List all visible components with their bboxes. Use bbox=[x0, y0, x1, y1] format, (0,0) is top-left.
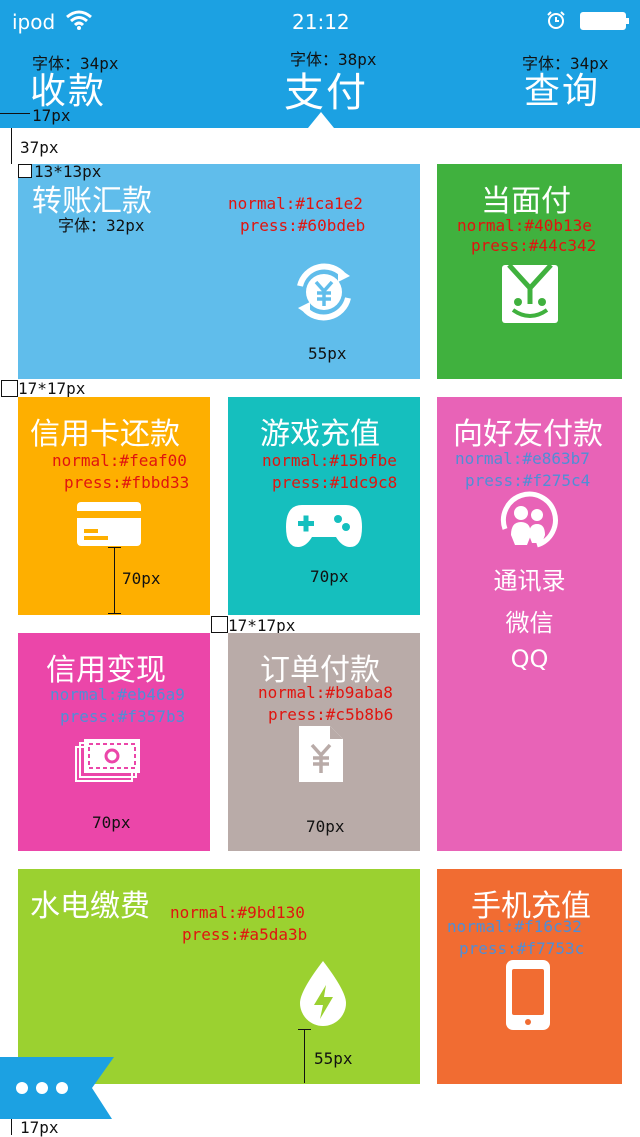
status-time: 21:12 bbox=[292, 10, 350, 34]
tile-credit-cash-normal: normal:#eb46a9 bbox=[50, 685, 185, 704]
measure-line-vertical bbox=[304, 1029, 305, 1083]
tile-order-pay-normal: normal:#b9aba8 bbox=[258, 683, 393, 702]
tile-phone[interactable]: 手机充值 normal:#f16c32 press:#f7753c bbox=[437, 869, 622, 1084]
receipt-icon bbox=[298, 725, 344, 787]
tile-face-pay-press: press:#44c342 bbox=[471, 236, 597, 255]
measure-line bbox=[0, 113, 30, 114]
wifi-icon bbox=[66, 10, 92, 34]
tile-transfer-normal: normal:#1ca1e2 bbox=[228, 194, 363, 213]
tile-credit-cash-press: press:#f357b3 bbox=[60, 707, 186, 726]
tile-credit-repay[interactable]: 信用卡还款 normal:#feaf00 press:#fbbd33 70px bbox=[18, 397, 210, 615]
tile-utility-press: press:#a5da3b bbox=[182, 925, 308, 944]
tile-transfer[interactable]: 转账汇款 字体：32px normal:#1ca1e2 press:#60bde… bbox=[18, 164, 420, 379]
face-pay-icon bbox=[501, 263, 559, 328]
tile-transfer-font-note: 字体：32px bbox=[58, 216, 145, 235]
tile-friend-pay-title: 向好友付款 bbox=[453, 417, 603, 452]
measure-line-vertical bbox=[11, 1119, 12, 1135]
measure-line-vertical bbox=[114, 547, 115, 613]
tab-query[interactable]: 查询 bbox=[524, 62, 600, 114]
yuan-refresh-icon bbox=[288, 256, 360, 332]
measure-13-label: 13*13px bbox=[34, 162, 102, 181]
carrier-label: ipod bbox=[12, 10, 56, 34]
tile-phone-press: press:#f7753c bbox=[459, 939, 585, 958]
tile-transfer-press: press:#60bdeb bbox=[240, 216, 366, 235]
measure-line bbox=[108, 613, 121, 614]
tile-utility-icon-size: 55px bbox=[314, 1049, 353, 1068]
tab-pay[interactable]: 支付 bbox=[284, 60, 368, 118]
tile-utility[interactable]: 水电缴费 normal:#9bd130 press:#a5da3b 55px bbox=[18, 869, 420, 1084]
tile-utility-title: 水电缴费 bbox=[30, 889, 150, 924]
alarm-icon bbox=[546, 10, 566, 34]
battery-icon bbox=[580, 12, 630, 34]
tile-credit-cash-icon-size: 70px bbox=[92, 813, 131, 832]
tile-order-pay[interactable]: 订单付款 normal:#b9aba8 press:#c5b8b6 70px bbox=[228, 633, 420, 851]
tile-utility-normal: normal:#9bd130 bbox=[170, 903, 305, 922]
tile-friend-pay-normal: normal:#e863b7 bbox=[455, 449, 590, 468]
measure-box-17 bbox=[1, 380, 18, 397]
tile-credit-repay-icon-size: 70px bbox=[122, 569, 161, 588]
more-button[interactable] bbox=[0, 1057, 116, 1119]
tile-order-pay-press: press:#c5b8b6 bbox=[268, 705, 394, 724]
tile-credit-cash-title: 信用变现 bbox=[46, 653, 166, 688]
credit-card-icon bbox=[76, 501, 142, 551]
tile-credit-repay-title: 信用卡还款 bbox=[30, 417, 180, 452]
tile-credit-repay-press: press:#fbbd33 bbox=[64, 473, 190, 492]
gamepad-icon bbox=[284, 501, 364, 553]
tile-game-normal: normal:#15bfbe bbox=[262, 451, 397, 470]
measure-line bbox=[108, 547, 121, 548]
tile-credit-repay-normal: normal:#feaf00 bbox=[52, 451, 187, 470]
tile-credit-cash[interactable]: 信用变现 normal:#eb46a9 press:#f357b3 70px bbox=[18, 633, 210, 851]
tile-game-icon-size: 70px bbox=[310, 567, 349, 586]
active-tab-indicator bbox=[308, 112, 334, 128]
tile-order-pay-icon-size: 70px bbox=[306, 817, 345, 836]
tile-face-pay[interactable]: 当面付 normal:#40b13e press:#44c342 bbox=[437, 164, 622, 379]
water-drop-icon bbox=[296, 959, 350, 1033]
tile-face-pay-normal: normal:#40b13e bbox=[457, 216, 592, 235]
measure-line-vertical bbox=[11, 128, 12, 164]
header-bar: ipod 21:12 字体：34px 收款 字体：38px 支付 字体：34px… bbox=[0, 0, 640, 128]
cash-icon bbox=[74, 737, 142, 789]
measure-box-17-middle bbox=[211, 616, 228, 633]
measure-17-label: 17px bbox=[32, 106, 71, 125]
phone-icon bbox=[505, 959, 551, 1035]
friend-pay-wechat[interactable]: 微信 bbox=[437, 603, 622, 638]
measure-17x17-label: 17*17px bbox=[18, 379, 86, 398]
tile-game-press: press:#1dc9c8 bbox=[272, 473, 398, 492]
tile-phone-normal: normal:#f16c32 bbox=[447, 917, 582, 936]
measure-box-13 bbox=[18, 164, 32, 178]
friend-pay-contacts[interactable]: 通讯录 bbox=[437, 561, 622, 596]
measure-bottom-17-label: 17px bbox=[20, 1118, 59, 1137]
tile-friend-pay-press: press:#f275c4 bbox=[465, 471, 591, 490]
measure-37-label: 37px bbox=[20, 138, 59, 157]
tile-face-pay-title: 当面付 bbox=[481, 184, 571, 219]
tile-game[interactable]: 游戏充值 normal:#15bfbe press:#1dc9c8 70px bbox=[228, 397, 420, 615]
tile-game-title: 游戏充值 bbox=[260, 417, 380, 452]
measure-line bbox=[298, 1029, 311, 1030]
more-icon bbox=[0, 1057, 114, 1119]
friends-icon bbox=[497, 489, 559, 555]
tile-transfer-icon-size: 55px bbox=[308, 344, 347, 363]
friend-pay-qq[interactable]: QQ bbox=[437, 645, 622, 673]
tile-friend-pay[interactable]: 向好友付款 normal:#e863b7 press:#f275c4 通讯录 微… bbox=[437, 397, 622, 851]
